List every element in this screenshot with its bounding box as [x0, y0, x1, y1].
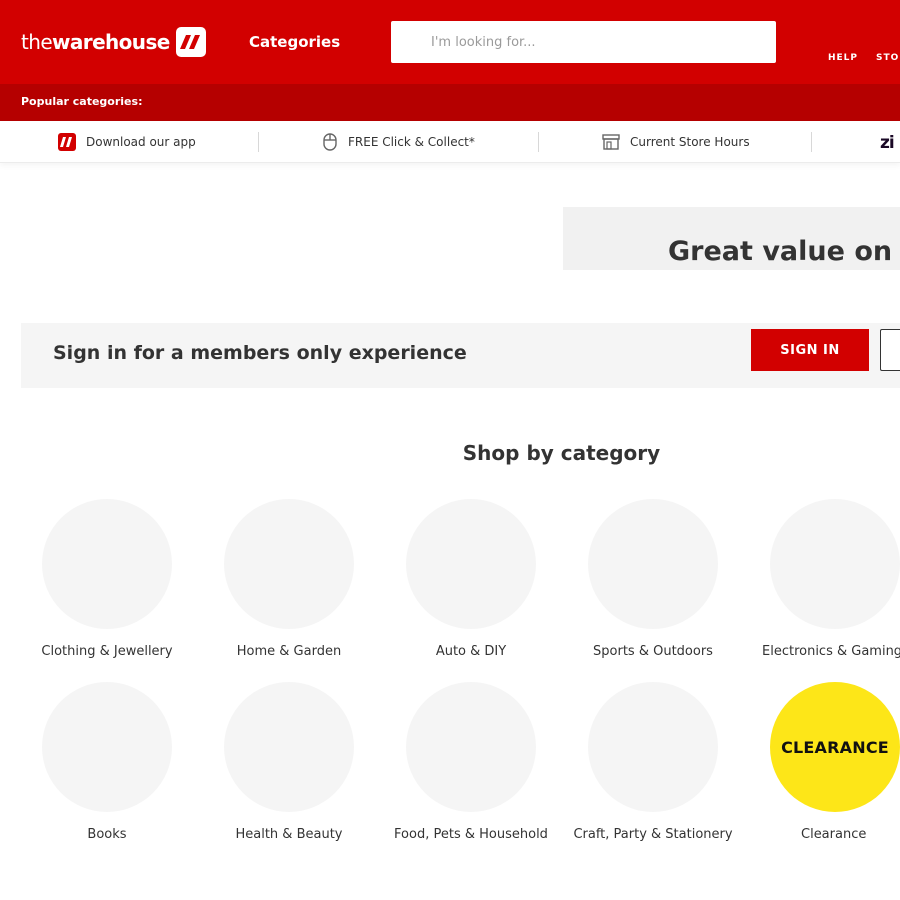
search-input[interactable] — [391, 21, 776, 63]
zip-pay-logo[interactable]: zi — [880, 133, 895, 153]
category-label: Sports & Outdoors — [593, 644, 713, 659]
categories-menu-link[interactable]: Categories — [249, 32, 340, 52]
category-image — [406, 682, 536, 812]
category-image — [42, 682, 172, 812]
category-label: Clothing & Jewellery — [41, 644, 173, 659]
stores-link[interactable]: STOR — [876, 53, 900, 63]
category-label: Books — [87, 827, 127, 842]
category-tile-clearance[interactable]: CLEARANCE Clearance — [744, 682, 900, 842]
secondary-button[interactable] — [880, 329, 900, 371]
signin-strip: Sign in for a members only experience SI… — [21, 323, 900, 388]
category-label: Health & Beauty — [235, 827, 343, 842]
category-image — [588, 499, 718, 629]
category-tile[interactable]: Home & Garden — [198, 499, 380, 659]
logo-the-text: the — [21, 30, 53, 54]
category-label: Clearance — [801, 827, 867, 842]
category-image — [42, 499, 172, 629]
category-label: Auto & DIY — [435, 644, 507, 659]
help-link[interactable]: HELP — [828, 53, 858, 63]
utility-divider — [258, 132, 259, 152]
category-tile[interactable]: Health & Beauty — [198, 682, 380, 842]
category-label: Food, Pets & Household — [394, 827, 548, 842]
category-tile[interactable]: Clothing & Jewellery — [16, 499, 198, 659]
site-header: thewarehouse Categories HELP STOR — [0, 0, 900, 84]
click-collect-link[interactable]: FREE Click & Collect* — [322, 121, 475, 163]
popular-categories-bar: Popular categories: — [0, 84, 900, 121]
category-tile[interactable]: Auto & DIY — [380, 499, 562, 659]
download-app-label: Download our app — [86, 135, 196, 149]
clearance-badge-text: CLEARANCE — [781, 737, 889, 757]
category-image — [224, 499, 354, 629]
store-icon — [602, 134, 620, 150]
sign-in-button[interactable]: SIGN IN — [751, 329, 869, 371]
category-tile[interactable]: Sports & Outdoors — [562, 499, 744, 659]
utility-bar: Download our app FREE Click & Collect* C… — [0, 121, 900, 163]
category-image — [224, 682, 354, 812]
warehouse-logo[interactable]: thewarehouse — [21, 26, 206, 58]
click-collect-label: FREE Click & Collect* — [348, 135, 475, 149]
logo-slash-icon — [175, 27, 206, 57]
store-hours-label: Current Store Hours — [630, 135, 750, 149]
category-image — [406, 499, 536, 629]
store-hours-link[interactable]: Current Store Hours — [602, 121, 750, 163]
promo-banner[interactable]: Great value on gr — [563, 207, 900, 270]
category-label: Craft, Party & Stationery — [573, 827, 733, 842]
promo-banner-text: Great value on gr — [668, 236, 900, 267]
popular-categories-label: Popular categories: — [21, 95, 143, 108]
category-tile[interactable]: Food, Pets & Household — [380, 682, 562, 842]
clearance-badge: CLEARANCE — [770, 682, 900, 812]
category-image — [588, 682, 718, 812]
logo-warehouse-text: warehouse — [52, 30, 170, 54]
download-app-link[interactable]: Download our app — [58, 121, 196, 163]
category-tile[interactable]: Books — [16, 682, 198, 842]
shop-by-category-title: Shop by category — [462, 441, 661, 465]
app-logo-icon — [58, 133, 76, 151]
mouse-icon — [323, 133, 337, 151]
category-tile[interactable]: Craft, Party & Stationery — [562, 682, 744, 842]
utility-divider — [811, 132, 812, 152]
category-image — [770, 499, 900, 629]
utility-divider — [538, 132, 539, 152]
signin-heading: Sign in for a members only experience — [53, 342, 467, 364]
category-label: Home & Garden — [236, 644, 342, 659]
category-tile[interactable]: Electronics & Gaming — [744, 499, 900, 659]
category-label: Electronics & Gaming — [762, 644, 900, 659]
